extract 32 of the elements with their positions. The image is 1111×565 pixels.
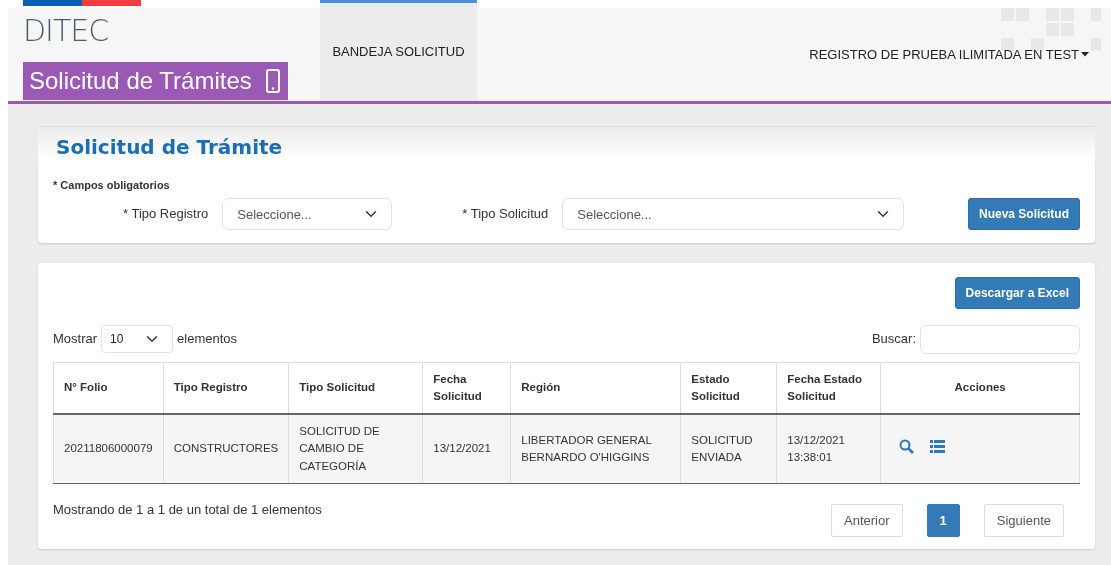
- phone-icon: [265, 69, 280, 93]
- next-page-button[interactable]: Siguiente: [983, 503, 1064, 538]
- user-menu[interactable]: REGISTRO DE PRUEBA ILIMITADA EN TEST: [803, 43, 1095, 66]
- brand-logo: DITEC: [23, 16, 110, 46]
- page-button[interactable]: 1: [926, 503, 960, 538]
- length-label: Mostrar: [53, 330, 98, 349]
- search-label: Buscar:: [871, 330, 916, 349]
- required-note: * Campos obligatorios: [53, 178, 171, 193]
- table-cell: 13/12/2021 13:38:01: [776, 414, 881, 484]
- list-icon[interactable]: [930, 439, 946, 453]
- previous-page-button[interactable]: Anterior: [831, 503, 903, 538]
- select-field[interactable]: Seleccione...: [562, 197, 905, 230]
- length-label: elementos: [177, 330, 238, 349]
- app-title-text: Solicitud de Trámites: [29, 66, 252, 96]
- new-request-button[interactable]: Nueva Solicitud: [967, 197, 1080, 230]
- export-button[interactable]: Descargar a Excel: [954, 276, 1080, 309]
- table-cell: SOLICITUD DE CAMBIO DE CATEGORÍA: [288, 414, 423, 484]
- field-label: * Tipo Registro: [123, 204, 209, 223]
- nav-tab[interactable]: BANDEJA SOLICITUD: [320, 0, 477, 101]
- table-cell: SOLICITUD ENVIADA: [680, 414, 777, 484]
- field-label: * Tipo Solicitud: [462, 204, 549, 223]
- table-cell: CONSTRUCTORES: [163, 414, 289, 484]
- results-info: Mostrando de 1 a 1 de un total de 1 elementos: [53, 500, 322, 519]
- caret-icon: [1081, 52, 1089, 57]
- search-icon[interactable]: [899, 438, 915, 454]
- length-select[interactable]: 10: [101, 325, 174, 353]
- search-field[interactable]: [920, 324, 1080, 354]
- select-field[interactable]: Seleccione...: [222, 197, 393, 230]
- page-title: Solicitud de Trámite: [56, 135, 283, 159]
- table-cell: LIBERTADOR GENERAL BERNARDO O'HIGGINS: [510, 414, 681, 484]
- table-cell: 13/12/2021: [422, 414, 511, 484]
- table-cell: 20211806000079: [53, 414, 164, 484]
